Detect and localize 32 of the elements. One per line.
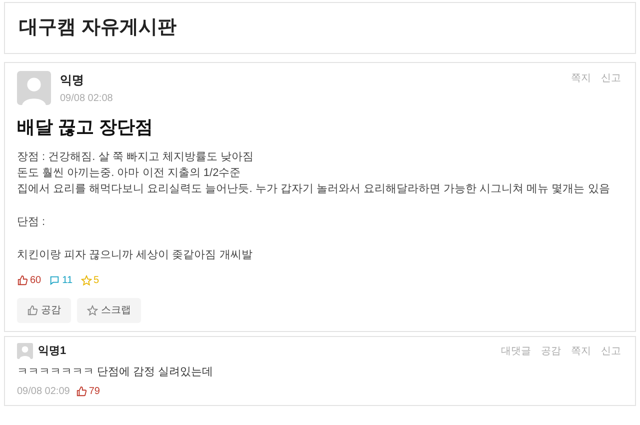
comment-action-link[interactable]: 신고 [601, 344, 621, 359]
author-name: 익명 [60, 72, 85, 89]
comment-like-count: 79 [88, 385, 100, 399]
comment-time: 09/08 02:09 [17, 385, 70, 399]
comment-text: ㅋㅋㅋㅋㅋㅋㅋ 단점에 감정 실려있는데 [17, 364, 214, 380]
post-action-link[interactable]: 신고 [601, 71, 621, 86]
like-count: 60 [30, 274, 42, 288]
star-icon [87, 305, 98, 316]
comment-action-link[interactable]: 공감 [541, 344, 561, 359]
avatar-icon [17, 343, 33, 360]
post-body-line: 장점 : 건강해짐. 살 쭉 빠지고 체지방률도 낮아짐 [17, 150, 255, 165]
like-button[interactable]: 공감 [17, 298, 71, 323]
post-time: 09/08 02:08 [60, 92, 113, 106]
scrap-count: 5 [94, 274, 100, 288]
post-body-line: 집에서 요리를 해먹다보니 요리실력도 늘어난듯. 누가 갑자기 놀러와서 요리해달라하면 가능한 시그니쳐 메뉴 몇개는 있음 [17, 182, 611, 197]
post-body-line: 치킨이랑 피자 끊으니까 세상이 좆같아짐 개씨발 [17, 248, 254, 263]
comment-author: 익명1 [38, 344, 66, 359]
comment-action-link[interactable]: 쪽지 [571, 344, 591, 359]
comment-icon [49, 275, 60, 286]
thumbs-up-icon [27, 305, 38, 316]
post-body-line: 단점 : [17, 215, 46, 230]
board-title: 대구캠 자유게시판 [19, 16, 176, 40]
post-title: 배달 끊고 장단점 [17, 116, 154, 139]
scrap-button[interactable]: 스크랩 [77, 298, 141, 323]
comment-count: 11 [62, 274, 73, 288]
comment-action-link[interactable]: 대댓글 [501, 344, 531, 359]
star-icon [80, 275, 92, 286]
thumbs-up-icon [76, 386, 87, 397]
post-action-link[interactable]: 쪽지 [571, 71, 591, 86]
avatar-icon [17, 71, 51, 105]
post-body-line: 돈도 훨씬 아끼는중. 아마 이전 지출의 1/2수준 [17, 166, 242, 181]
thumbs-up-icon [17, 275, 28, 286]
